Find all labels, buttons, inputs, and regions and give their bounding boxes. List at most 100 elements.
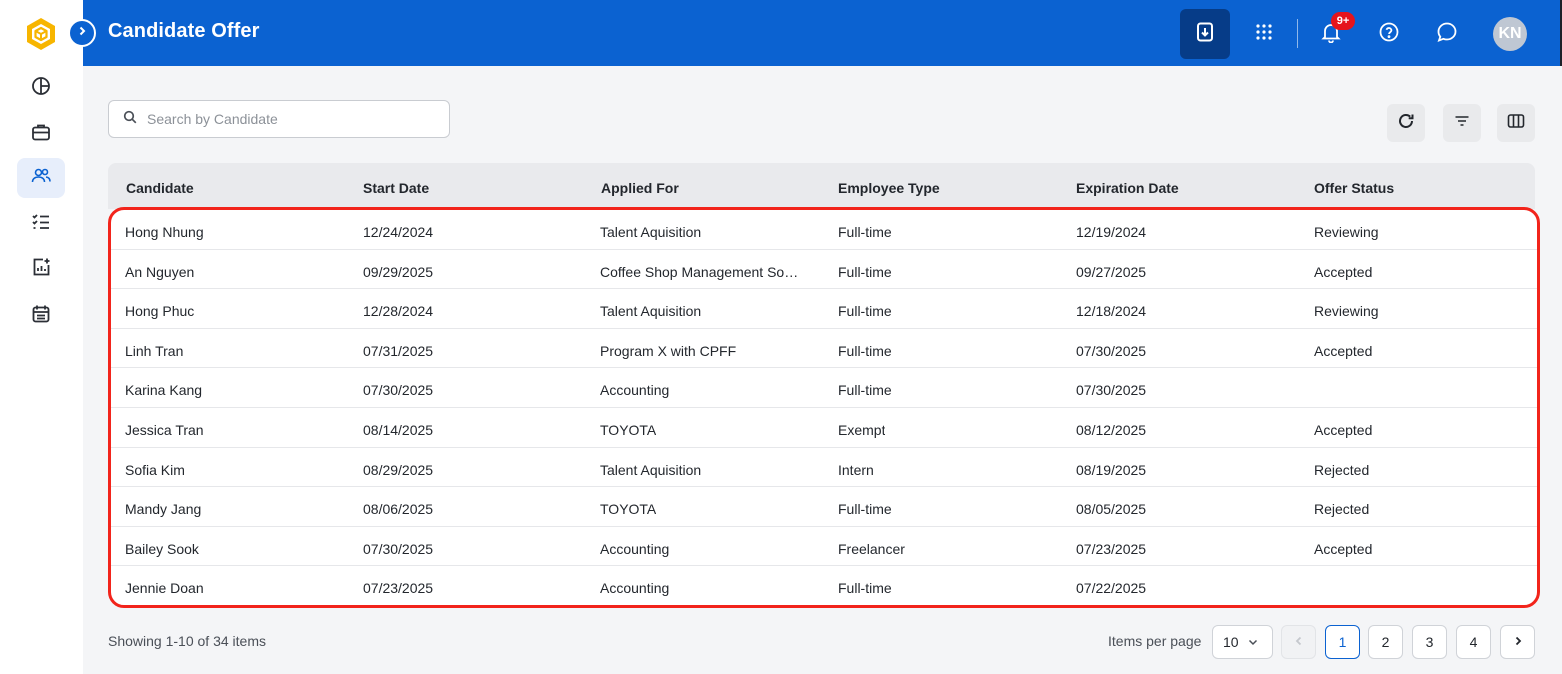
- table-row[interactable]: Mandy Jang 08/06/2025 TOYOTA Full-time 08/05…: [111, 487, 1537, 527]
- cell-applied-for: TOYOTA: [600, 501, 657, 518]
- sidebar-item-candidates[interactable]: [17, 158, 65, 198]
- table-row[interactable]: Karina Kang 07/30/2025 Accounting Full-time…: [111, 368, 1537, 408]
- cell-employee-type: Full-time: [838, 580, 892, 597]
- sidebar-item-dashboard[interactable]: [17, 68, 65, 108]
- search-icon: [123, 110, 137, 129]
- calendar-icon: [30, 303, 52, 330]
- cell-offer-status: Accepted: [1314, 342, 1373, 359]
- sidebar-item-calendar[interactable]: [17, 296, 65, 336]
- sidebar-item-jobs[interactable]: [17, 114, 65, 154]
- cell-expiration-date: 08/05/2025: [1076, 501, 1147, 518]
- help-icon: [1378, 21, 1400, 48]
- pie-chart-icon: [30, 75, 52, 102]
- cell-start-date: 07/23/2025: [363, 580, 434, 597]
- cell-offer-status: Accepted: [1314, 263, 1373, 280]
- cell-candidate: Linh Tran: [125, 342, 184, 359]
- table-row[interactable]: An Nguyen 09/29/2025 Coffee Shop Managemen…: [111, 250, 1537, 290]
- cell-start-date: 08/06/2025: [363, 501, 434, 518]
- cell-candidate: An Nguyen: [125, 263, 195, 280]
- cell-applied-for: Coffee Shop Management So…: [600, 263, 799, 280]
- cell-expiration-date: 07/30/2025: [1076, 382, 1147, 399]
- column-header-expiration-date[interactable]: Expiration Date: [1076, 180, 1179, 196]
- search-input-container[interactable]: [108, 100, 450, 138]
- cell-employee-type: Full-time: [838, 224, 892, 240]
- users-icon: [30, 165, 52, 192]
- filter-button[interactable]: [1443, 104, 1481, 142]
- cell-start-date: 07/31/2025: [363, 342, 434, 359]
- table-row[interactable]: Jennie Doan 07/23/2025 Accounting Full-time…: [111, 566, 1537, 605]
- chat-bubble-icon: [1435, 20, 1459, 49]
- cell-expiration-date: 08/19/2025: [1076, 461, 1147, 478]
- cell-employee-type: Freelancer: [838, 540, 905, 557]
- sidebar-expand-button[interactable]: [68, 19, 96, 47]
- items-per-page-select[interactable]: 10: [1212, 625, 1273, 659]
- chevron-right-icon: [76, 24, 88, 42]
- app-logo[interactable]: [25, 17, 57, 51]
- prev-page-button[interactable]: [1281, 625, 1316, 659]
- column-header-employee-type[interactable]: Employee Type: [838, 180, 940, 196]
- column-header-start-date[interactable]: Start Date: [363, 180, 429, 196]
- download-file-icon: [1194, 21, 1216, 48]
- cell-start-date: 09/29/2025: [363, 263, 434, 280]
- columns-button[interactable]: [1497, 104, 1535, 142]
- page-button-3[interactable]: 3: [1412, 625, 1447, 659]
- cell-applied-for: Talent Aquisition: [600, 461, 702, 478]
- cell-employee-type: Full-time: [838, 382, 892, 399]
- sidebar-item-reports[interactable]: [17, 249, 65, 289]
- table-row[interactable]: Bailey Sook 07/30/2025 Accounting Freelance…: [111, 527, 1537, 567]
- next-page-button[interactable]: [1500, 625, 1535, 659]
- cell-offer-status: Accepted: [1314, 540, 1373, 557]
- apps-grid-button[interactable]: [1239, 9, 1289, 59]
- chevron-left-icon: [1293, 634, 1305, 650]
- cell-expiration-date: 09/27/2025: [1076, 263, 1147, 280]
- cell-applied-for: Accounting: [600, 580, 670, 597]
- table-row[interactable]: Hong Nhung 12/24/2024 Talent Aquisition Ful…: [111, 210, 1537, 250]
- cell-candidate: Bailey Sook: [125, 540, 199, 557]
- cell-applied-for: Accounting: [600, 382, 670, 399]
- add-report-icon: [30, 256, 52, 283]
- cell-expiration-date: 07/23/2025: [1076, 540, 1147, 557]
- cell-candidate: Hong Phuc: [125, 303, 195, 320]
- help-button[interactable]: [1364, 9, 1414, 59]
- cell-start-date: 08/29/2025: [363, 461, 434, 478]
- cell-offer-status: Reviewing: [1314, 303, 1379, 320]
- cell-expiration-date: 12/18/2024: [1076, 303, 1147, 320]
- cell-start-date: 07/30/2025: [363, 540, 434, 557]
- top-header: Candidate Offer 9+ KN: [83, 0, 1562, 66]
- table-row[interactable]: Sofia Kim 08/29/2025 Talent Aquisition Inte…: [111, 448, 1537, 488]
- cell-expiration-date: 12/19/2024: [1076, 224, 1147, 240]
- cell-candidate: Jessica Tran: [125, 422, 204, 438]
- page-button-2[interactable]: 2: [1368, 625, 1403, 659]
- chevron-right-icon: [1512, 634, 1524, 650]
- task-list-icon: [30, 211, 52, 238]
- cell-employee-type: Full-time: [838, 263, 892, 280]
- sidebar-item-tasks[interactable]: [17, 204, 65, 244]
- cell-applied-for: Talent Aquisition: [600, 224, 702, 240]
- table-row[interactable]: Linh Tran 07/31/2025 Program X with CPFF Fu…: [111, 329, 1537, 369]
- search-input[interactable]: [147, 111, 427, 127]
- column-header-applied-for[interactable]: Applied For: [601, 180, 679, 196]
- cell-candidate: Jennie Doan: [125, 580, 204, 597]
- page-button-1[interactable]: 1: [1325, 625, 1360, 659]
- refresh-button[interactable]: [1387, 104, 1425, 142]
- cell-offer-status: Rejected: [1314, 501, 1370, 518]
- user-avatar[interactable]: KN: [1493, 17, 1527, 51]
- briefcase-icon: [30, 121, 52, 148]
- sidebar: [0, 0, 83, 674]
- cell-candidate: Sofia Kim: [125, 461, 185, 478]
- cell-employee-type: Full-time: [838, 501, 892, 518]
- cell-candidate: Mandy Jang: [125, 501, 202, 518]
- cell-start-date: 07/30/2025: [363, 382, 434, 399]
- table-row[interactable]: Jessica Tran 08/14/2025 TOYOTA Exempt 08/12/…: [111, 408, 1537, 448]
- cell-candidate: Hong Nhung: [125, 224, 204, 240]
- column-header-candidate[interactable]: Candidate: [126, 180, 194, 196]
- filter-icon: [1453, 112, 1471, 135]
- cell-offer-status: Reviewing: [1314, 224, 1379, 240]
- chat-button[interactable]: [1422, 9, 1472, 59]
- page-button-4[interactable]: 4: [1456, 625, 1491, 659]
- download-button[interactable]: [1180, 9, 1230, 59]
- column-header-offer-status[interactable]: Offer Status: [1314, 180, 1394, 196]
- table-row[interactable]: Hong Phuc 12/28/2024 Talent Aquisition Full…: [111, 289, 1537, 329]
- cell-employee-type: Intern: [838, 461, 874, 478]
- refresh-icon: [1396, 111, 1416, 136]
